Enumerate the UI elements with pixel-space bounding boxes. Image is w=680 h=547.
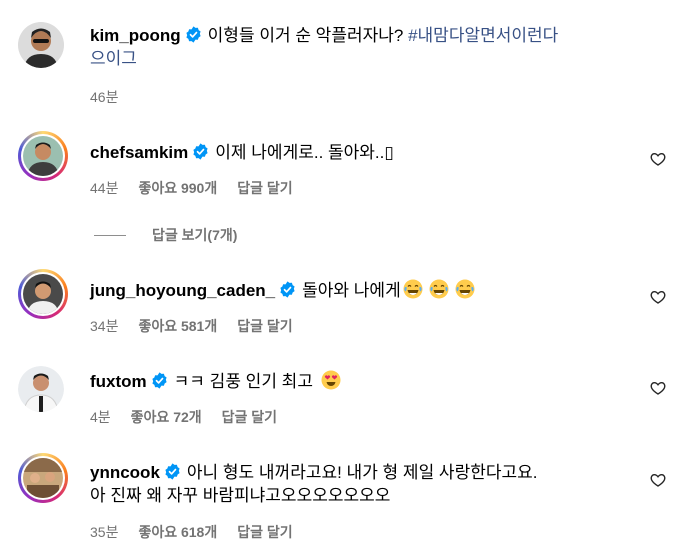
- comment-meta: 46분: [90, 87, 138, 107]
- comment-text: ynncook 아니 형도 내꺼라고요! 내가 형 제일 사랑한다고요.: [90, 461, 538, 485]
- avatar-image: [18, 366, 64, 412]
- reply-button[interactable]: 답글 달기: [222, 409, 277, 425]
- avatar[interactable]: [18, 269, 68, 319]
- verified-badge-icon: [151, 372, 168, 389]
- username[interactable]: ynncook: [90, 463, 160, 482]
- timestamp[interactable]: 35분: [90, 524, 118, 540]
- likes-count[interactable]: 좋아요 990개: [138, 180, 217, 196]
- avatar-image: [23, 136, 63, 176]
- heart-outline-icon[interactable]: [650, 151, 666, 167]
- timestamp[interactable]: 34분: [90, 318, 118, 334]
- divider-line: [94, 234, 126, 236]
- comment-text: kim_poong 이형들 이거 순 악플러자나? #내맘다알면서이런다: [90, 24, 558, 48]
- verified-badge-icon: [164, 463, 181, 480]
- likes-count[interactable]: 좋아요 581개: [138, 318, 217, 334]
- comment-body: 이제 나에게로.. 돌아와..▯: [215, 143, 394, 162]
- avatar[interactable]: [18, 453, 68, 503]
- comment-body: ㅋㅋ 김풍 인기 최고: [173, 372, 313, 391]
- timestamp[interactable]: 44분: [90, 180, 118, 196]
- avatar[interactable]: [18, 131, 68, 181]
- heart-outline-icon[interactable]: [650, 380, 666, 396]
- timestamp[interactable]: 46분: [90, 89, 118, 105]
- heart-outline-icon[interactable]: [650, 472, 666, 488]
- avatar-image: [18, 22, 64, 68]
- reply-button[interactable]: 답글 달기: [237, 524, 292, 540]
- avatar-image: [23, 274, 63, 314]
- comment-body: 아니 형도 내꺼라고요! 내가 형 제일 사랑한다고요.: [186, 463, 538, 482]
- comment-body: 이형들 이거 순 악플러자나?: [207, 26, 404, 45]
- timestamp[interactable]: 4분: [90, 409, 111, 425]
- comment-text: jung_hoyoung_caden_ 돌아와 나에게: [90, 279, 475, 303]
- comment-meta: 35분 좋아요 618개 답글 달기: [90, 522, 313, 542]
- likes-count[interactable]: 좋아요 618개: [138, 524, 217, 540]
- hashtag-continuation[interactable]: 으이그: [90, 47, 137, 71]
- comment-text: fuxtom ㅋㅋ 김풍 인기 최고: [90, 370, 341, 394]
- verified-badge-icon: [279, 281, 296, 298]
- heart-outline-icon[interactable]: [650, 289, 666, 305]
- reply-button[interactable]: 답글 달기: [237, 318, 292, 334]
- hashtag-link[interactable]: #내맘다알면서이런다: [408, 26, 558, 45]
- avatar[interactable]: [18, 22, 64, 68]
- view-replies-button[interactable]: 답글 보기(7개): [94, 225, 237, 245]
- likes-count[interactable]: 좋아요 72개: [131, 409, 202, 425]
- view-replies-label: 답글 보기(7개): [152, 227, 238, 243]
- comment-text: chefsamkim 이제 나에게로.. 돌아와..▯: [90, 141, 394, 165]
- verified-badge-icon: [192, 143, 209, 160]
- username[interactable]: fuxtom: [90, 372, 147, 391]
- username[interactable]: chefsamkim: [90, 143, 188, 162]
- avatar[interactable]: [18, 366, 64, 412]
- comment-meta: 34분 좋아요 581개 답글 달기: [90, 316, 313, 336]
- username[interactable]: jung_hoyoung_caden_: [90, 281, 275, 300]
- tears-of-joy-icon: [455, 279, 475, 299]
- reply-button[interactable]: 답글 달기: [237, 180, 292, 196]
- comment-body-continuation: 아 진짜 왜 자꾸 바람피냐고오오오오오오오: [90, 486, 391, 505]
- comment-body: 돌아와 나에게: [302, 281, 401, 300]
- comment-meta: 4분 좋아요 72개 답글 달기: [90, 407, 297, 427]
- username[interactable]: kim_poong: [90, 26, 181, 45]
- verified-badge-icon: [185, 26, 202, 43]
- tears-of-joy-icon: [403, 279, 423, 299]
- heart-eyes-icon: [321, 370, 341, 390]
- avatar-image: [23, 458, 63, 498]
- tears-of-joy-icon: [429, 279, 449, 299]
- comment-meta: 44분 좋아요 990개 답글 달기: [90, 178, 313, 198]
